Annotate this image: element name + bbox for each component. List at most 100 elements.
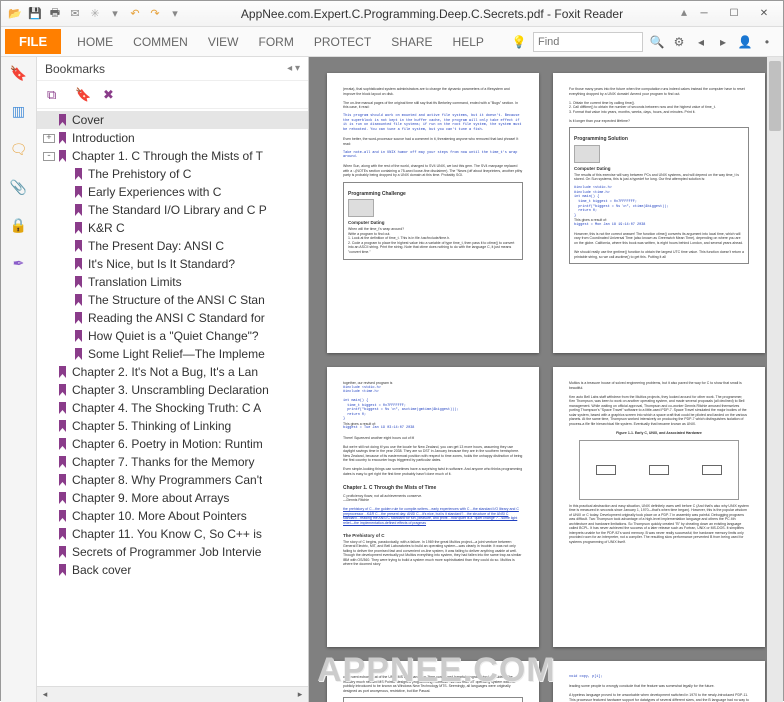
bookmark-icon [57,528,69,540]
ribbon-collapse-icon[interactable]: ▴ [681,5,687,23]
bookmark-label: The Standard I/O Library and C P [88,203,267,217]
email-icon[interactable]: ✉ [67,6,83,22]
undo-icon[interactable]: ↶ [127,6,143,22]
bookmark-item[interactable]: The Prehistory of C [37,165,308,183]
bookmark-item[interactable]: + Introduction [37,129,308,147]
bulb-icon[interactable]: 💡 [511,34,527,50]
page-thumbnail[interactable]: congruent echoes that of the UNIX MS com… [327,661,539,702]
page-thumbnail[interactable]: Multics is a treasure house of solved en… [553,367,765,647]
spark-icon[interactable]: ✳ [87,6,103,22]
tab-protect[interactable]: PROTECT [304,30,381,54]
bookmark-label: The Structure of the ANSI C Stan [88,293,265,307]
bookmark-icon [73,330,85,342]
save-icon[interactable]: 💾 [27,6,43,22]
bookmark-item[interactable]: Chapter 8. Why Programmers Can't [37,471,308,489]
bookmark-item[interactable]: Chapter 4. The Shocking Truth: C A [37,399,308,417]
expander-icon[interactable]: + [43,134,55,143]
maze-icon [348,199,374,217]
bookmark-item[interactable]: Chapter 5. Thinking of Linking [37,417,308,435]
bookmark-label: Chapter 7. Thanks for the Memory [72,455,255,469]
new-bookmark-icon[interactable]: 🔖 [75,87,91,103]
bookmark-label: Chapter 10. More About Pointers [72,509,247,523]
gear-icon[interactable]: ⚙ [671,34,687,50]
bookmark-icon [57,492,69,504]
bookmarks-menu-icon[interactable]: ◂ ▾ [287,63,300,74]
page-thumbnail[interactable]: (errata), that sophisticated system admi… [327,73,539,353]
vertical-scrollbar[interactable] [767,57,783,702]
bookmark-item[interactable]: Chapter 6. Poetry in Motion: Runtim [37,435,308,453]
bookmark-item[interactable]: Chapter 10. More About Pointers [37,507,308,525]
page-thumbnail[interactable]: For those many years into the future whe… [553,73,765,353]
menu-icon[interactable]: • [759,34,775,50]
qat-dropdown-icon[interactable]: ▾ [167,6,183,22]
bookmark-label: Chapter 11. You Know C, So C++ is [72,527,262,541]
tab-comment[interactable]: COMMEN [123,30,198,54]
bookmark-item[interactable]: How Quiet is a "Quiet Change"? [37,327,308,345]
bookmark-item[interactable]: Early Experiences with C [37,183,308,201]
maximize-button[interactable]: ☐ [721,5,747,23]
bookmark-item[interactable]: Back cover [37,561,308,579]
bookmark-label: Introduction [72,131,135,145]
find-input[interactable] [533,32,643,52]
bookmarks-rail-icon[interactable]: 🔖 [9,63,29,83]
signatures-rail-icon[interactable]: ✒ [9,253,29,273]
tab-share[interactable]: SHARE [381,30,442,54]
bookmark-icon [57,420,69,432]
minimize-button[interactable]: ─ [691,5,717,23]
bookmark-item[interactable]: Chapter 11. You Know C, So C++ is [37,525,308,543]
bookmark-item[interactable]: Secrets of Programmer Job Intervie [37,543,308,561]
delete-bookmark-icon[interactable]: ✖ [103,87,119,103]
bookmark-item[interactable]: Some Light Relief—The Impleme [37,345,308,363]
bookmark-label: Chapter 9. More about Arrays [72,491,229,505]
user-icon[interactable]: 👤 [737,34,753,50]
ribbon: FILE HOME COMMEN VIEW FORM PROTECT SHARE… [1,27,783,57]
bookmarks-hscrollbar[interactable]: ◂▸ [37,686,308,702]
open-icon[interactable]: 📂 [7,6,23,22]
bookmark-label: Translation Limits [88,275,182,289]
tab-help[interactable]: HELP [443,30,494,54]
bookmark-item[interactable]: The Structure of the ANSI C Stan [37,291,308,309]
page-thumbnail[interactable]: void copy, p[i]; leading some people to … [553,661,765,702]
tab-home[interactable]: HOME [67,30,123,54]
bookmarks-title: Bookmarks [45,62,105,76]
print-icon[interactable]: 🖶 [47,6,63,22]
security-rail-icon[interactable]: 🔒 [9,215,29,235]
bookmark-item[interactable]: Chapter 9. More about Arrays [37,489,308,507]
file-tab[interactable]: FILE [5,29,61,54]
bookmark-label: K&R C [88,221,125,235]
quick-access-toolbar: 📂 💾 🖶 ✉ ✳ ▾ ↶ ↷ ▾ [7,6,183,22]
bookmark-item[interactable]: Cover [37,111,308,129]
search-icon[interactable]: 🔍 [649,34,665,50]
bookmark-item[interactable]: -Chapter 1. C Through the Mists of T [37,147,308,165]
bookmark-item[interactable]: The Standard I/O Library and C P [37,201,308,219]
pages-rail-icon[interactable]: ▥ [9,101,29,121]
bookmark-label: How Quiet is a "Quiet Change"? [88,329,259,343]
bookmark-label: Cover [72,113,104,127]
bookmark-item[interactable]: K&R C [37,219,308,237]
bookmark-item[interactable]: Chapter 7. Thanks for the Memory [37,453,308,471]
attachments-rail-icon[interactable]: 📎 [9,177,29,197]
bookmark-item[interactable]: Translation Limits [37,273,308,291]
page-thumbnail[interactable]: together, our revised program is #includ… [327,367,539,647]
document-viewer[interactable]: (errata), that sophisticated system admi… [309,57,783,702]
chevron-right-icon[interactable]: ▸ [715,34,731,50]
bookmark-item[interactable]: Chapter 3. Unscrambling Declaration [37,381,308,399]
bookmark-icon [57,456,69,468]
dropdown-icon[interactable]: ▾ [107,6,123,22]
tab-form[interactable]: FORM [249,30,304,54]
bookmark-icon [73,204,85,216]
expand-all-icon[interactable]: ⧉ [47,87,63,103]
bookmark-item[interactable]: Reading the ANSI C Standard for [37,309,308,327]
bookmark-icon [57,546,69,558]
comments-rail-icon[interactable]: 🗨 [9,139,29,159]
bookmark-icon [57,402,69,414]
tab-view[interactable]: VIEW [198,30,249,54]
bookmark-item[interactable]: Chapter 2. It's Not a Bug, It's a Lan [37,363,308,381]
bookmark-item[interactable]: The Present Day: ANSI C [37,237,308,255]
redo-icon[interactable]: ↷ [147,6,163,22]
bookmark-item[interactable]: It's Nice, but Is It Standard? [37,255,308,273]
expander-icon[interactable]: - [43,152,55,161]
chevron-left-icon[interactable]: ◂ [693,34,709,50]
close-button[interactable]: ✕ [751,5,777,23]
bookmark-icon [57,474,69,486]
